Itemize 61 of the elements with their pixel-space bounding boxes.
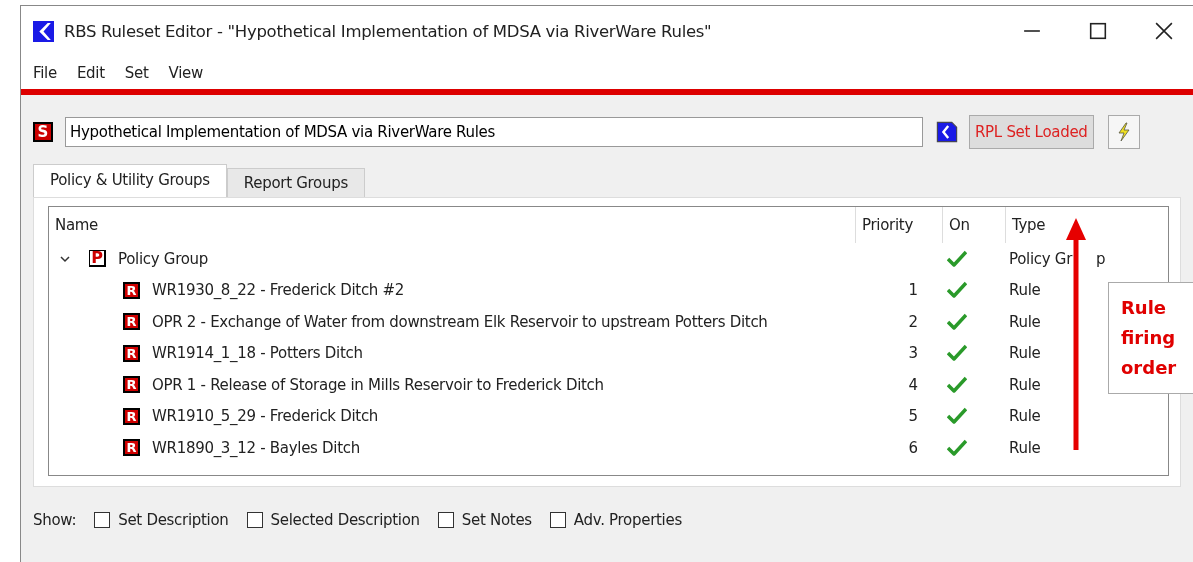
priority-value: 6 [908,438,918,457]
type-value: Rule [1009,375,1041,394]
tab[interactable]: Policy & Utility Groups [33,164,227,197]
item-badge: R [123,313,140,331]
type-value: Rule [1009,438,1041,457]
item-badge: P [89,250,106,268]
item-badge: R [123,376,140,394]
tree-item[interactable]: WR1910_5_29 - Frederick Ditch [152,407,379,426]
tree-item[interactable]: Policy Group [118,249,208,268]
type-value: Rule [1009,407,1041,426]
check-icon[interactable] [947,312,967,331]
check-icon[interactable] [947,281,967,300]
priority-value: 4 [908,375,918,394]
lightning-button[interactable] [1107,115,1140,149]
item-badge: R [123,407,140,425]
priority-value: 3 [908,344,918,363]
type-value-tail: p [1096,249,1106,268]
menu-item[interactable]: File [33,63,57,82]
lightning-icon [1115,121,1132,143]
maximize-icon[interactable] [1089,22,1107,40]
type-value: Rule [1009,281,1041,300]
tree-item[interactable]: WR1914_1_18 - Potters Ditch [152,344,363,363]
checkbox-option[interactable]: Set Notes [437,511,532,529]
type-value: Rule [1009,344,1041,363]
tab[interactable]: Report Groups [226,168,365,197]
tree-item[interactable]: WR1930_8_22 - Frederick Ditch #2 [152,281,405,300]
set-badge: S [33,122,53,142]
item-badge: R [123,281,140,299]
item-badge: R [123,439,140,457]
tree-item[interactable]: OPR 2 - Exchange of Water from downstream Elk Reservoir to upstream Potters Ditch [152,312,768,331]
annotation-note: Rule firing order [1108,282,1193,394]
checkbox-option[interactable]: Set Description [94,511,229,529]
column-header[interactable]: Type [1006,207,1168,243]
show-label: Show: [33,511,77,529]
check-icon[interactable] [947,407,967,426]
ruleset-name-field[interactable]: Hypothetical Implementation of MDSA via RiverWare Rules [65,117,923,147]
checkbox-option[interactable]: Adv. Properties [549,511,682,529]
tree-item[interactable]: OPR 1 - Release of Storage in Mills Reservoir to Frederick Ditch [152,375,604,394]
tree-item[interactable]: WR1890_3_12 - Bayles Ditch [152,438,360,457]
close-icon[interactable] [1155,22,1173,40]
type-value: Policy Gr [1009,249,1072,268]
column-header[interactable]: Priority [856,207,943,243]
priority-value: 5 [908,407,918,426]
item-badge: R [123,344,140,362]
priority-value: 1 [908,281,918,300]
check-icon[interactable] [947,249,967,268]
menu-item[interactable]: View [168,63,203,82]
column-header[interactable]: On [943,207,1006,243]
app-logo-icon [33,20,54,42]
check-icon[interactable] [947,375,967,394]
window-title: RBS Ruleset Editor - "Hypothetical Implementation of MDSA via RiverWare Rules" [64,21,713,41]
checkbox-option[interactable]: Selected Description [246,511,420,529]
status-button[interactable]: RPL Set Loaded [969,115,1094,149]
check-icon[interactable] [947,344,967,363]
type-value: Rule [1009,312,1041,331]
check-icon[interactable] [947,438,967,457]
document-icon[interactable] [935,120,959,144]
column-header[interactable]: Name [49,207,856,243]
menu-item[interactable]: Set [124,63,149,82]
priority-value: 2 [908,312,918,331]
menu-item[interactable]: Edit [76,63,105,82]
